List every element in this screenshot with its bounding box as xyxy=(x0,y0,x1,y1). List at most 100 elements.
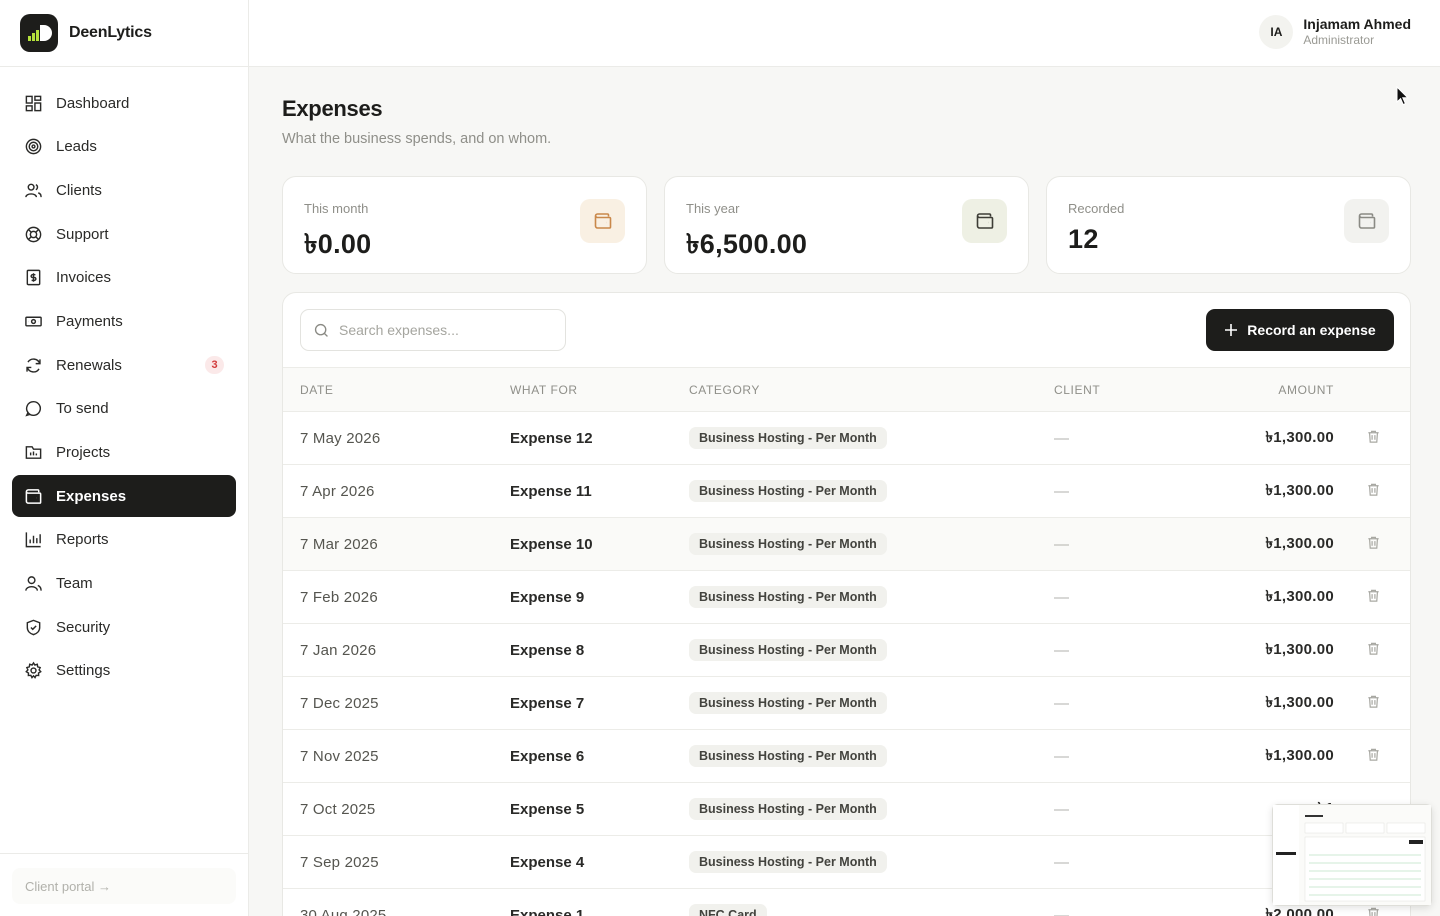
sidebar-item-support[interactable]: Support xyxy=(12,213,236,255)
column-header-amount[interactable]: AMOUNT xyxy=(1254,368,1334,412)
sidebar-item-label: Reports xyxy=(56,531,109,549)
sidebar-item-dashboard[interactable]: Dashboard xyxy=(12,82,236,124)
stat-value: ৳6,500.00 xyxy=(686,229,808,259)
cell-what-for: Expense 12 xyxy=(510,429,593,447)
cell-client: — xyxy=(1054,800,1069,818)
stat-card-recorded: Recorded 12 xyxy=(1046,176,1411,274)
cell-amount: ৳1,300.00 xyxy=(1265,693,1334,711)
category-chip: Business Hosting - Per Month xyxy=(689,480,887,502)
sidebar-item-leads[interactable]: Leads xyxy=(12,126,236,168)
trash-icon[interactable] xyxy=(1366,641,1381,656)
table-row[interactable]: 30 Aug 2025 Expense 1 NFC Card — ৳2,000.… xyxy=(283,889,1410,916)
expenses-table: DATE WHAT FOR CATEGORY CLIENT AMOUNT 7 M… xyxy=(283,367,1410,916)
category-chip: Business Hosting - Per Month xyxy=(689,427,887,449)
cell-category: Business Hosting - Per Month xyxy=(689,571,1054,624)
table-row[interactable]: 7 Nov 2025 Expense 6 Business Hosting - … xyxy=(283,730,1410,783)
sidebar-item-settings[interactable]: Settings xyxy=(12,650,236,692)
stat-card-this-year: This year ৳6,500.00 xyxy=(664,176,1029,274)
table-row[interactable]: 7 Sep 2025 Expense 4 Business Hosting - … xyxy=(283,836,1410,889)
sidebar-item-label: Projects xyxy=(56,444,111,461)
trash-icon[interactable] xyxy=(1366,482,1381,497)
table-row[interactable]: 7 Feb 2026 Expense 9 Business Hosting - … xyxy=(283,571,1410,624)
lifebuoy-icon xyxy=(25,226,42,242)
sidebar-item-renewals[interactable]: Renewals 3 xyxy=(12,344,236,386)
sidebar-item-clients[interactable]: Clients xyxy=(12,169,236,211)
brand-name: DeenLytics xyxy=(69,24,152,41)
page-title: Expenses xyxy=(282,96,383,121)
table-row[interactable]: 7 Dec 2025 Expense 7 Business Hosting - … xyxy=(283,677,1410,730)
trash-icon[interactable] xyxy=(1366,429,1381,444)
brand[interactable]: DeenLytics xyxy=(0,0,248,67)
sidebar-item-label: Dashboard xyxy=(56,94,130,112)
cell-category: NFC Card xyxy=(689,889,1054,916)
trash-icon[interactable] xyxy=(1366,906,1381,916)
wallet-icon xyxy=(580,199,625,243)
category-chip: Business Hosting - Per Month xyxy=(689,798,887,820)
cell-actions xyxy=(1334,571,1410,624)
trash-icon[interactable] xyxy=(1366,588,1381,603)
cell-category: Business Hosting - Per Month xyxy=(689,465,1054,518)
table-row[interactable]: 7 Jan 2026 Expense 8 Business Hosting - … xyxy=(283,624,1410,677)
cell-actions xyxy=(1334,465,1410,518)
cell-category: Business Hosting - Per Month xyxy=(689,730,1054,783)
sidebar-footer: Client portal → xyxy=(0,853,248,916)
sidebar-item-projects[interactable]: Projects xyxy=(12,432,236,474)
stats-row: This month ৳0.00 This year ৳6,500.00 Rec… xyxy=(282,176,1411,274)
screenshot-thumbnail[interactable] xyxy=(1272,804,1432,906)
column-header-client[interactable]: CLIENT xyxy=(1054,368,1254,412)
cell-client: — xyxy=(1054,747,1069,765)
record-expense-button[interactable]: Record an expense xyxy=(1206,309,1394,351)
avatar: IA xyxy=(1259,15,1294,49)
trash-icon[interactable] xyxy=(1366,535,1381,550)
trash-icon[interactable] xyxy=(1366,747,1381,762)
sidebar-item-label: Expenses xyxy=(56,487,127,505)
sidebar-item-reports[interactable]: Reports xyxy=(12,519,236,561)
sidebar-item-invoices[interactable]: Invoices xyxy=(12,257,236,299)
category-chip: NFC Card xyxy=(689,904,767,916)
record-expense-label: Record an expense xyxy=(1247,322,1376,338)
sidebar-item-expenses[interactable]: Expenses xyxy=(12,475,236,518)
table-row[interactable]: 7 May 2026 Expense 12 Business Hosting -… xyxy=(283,412,1410,465)
cell-what-for: Expense 8 xyxy=(510,641,585,659)
cell-amount: ৳1,300.00 xyxy=(1265,587,1334,605)
gear-icon xyxy=(25,662,42,680)
column-header-what-for[interactable]: WHAT FOR xyxy=(510,368,689,412)
folder-icon xyxy=(25,446,42,459)
table-row[interactable]: 7 Mar 2026 Expense 10 Business Hosting -… xyxy=(283,517,1410,571)
cell-what-for: Expense 6 xyxy=(510,747,585,765)
shield-icon xyxy=(26,619,41,636)
cell-date: 7 Apr 2026 xyxy=(300,482,375,500)
sidebar-item-team[interactable]: Team xyxy=(12,563,236,605)
table-row[interactable]: 7 Apr 2026 Expense 11 Business Hosting -… xyxy=(283,465,1410,518)
sidebar-nav: Dashboard Leads Clients Support Invoices… xyxy=(0,67,248,692)
wallet-icon xyxy=(962,199,1007,243)
column-header-actions xyxy=(1334,368,1410,412)
cell-what-for: Expense 9 xyxy=(510,588,585,606)
cell-actions xyxy=(1334,730,1410,783)
stat-label: This year xyxy=(686,201,740,216)
client-portal-link[interactable]: Client portal → xyxy=(12,868,236,904)
table-row[interactable]: 7 Oct 2025 Expense 5 Business Hosting - … xyxy=(283,783,1410,836)
sidebar-item-payments[interactable]: Payments xyxy=(12,300,236,342)
cell-category: Business Hosting - Per Month xyxy=(689,518,1054,571)
search-input[interactable] xyxy=(339,322,539,338)
user-menu[interactable]: IA Injamam Ahmed Administrator xyxy=(1259,15,1411,49)
cell-category: Business Hosting - Per Month xyxy=(689,624,1054,677)
bar-chart-icon xyxy=(25,532,41,548)
sidebar-item-label: Clients xyxy=(56,181,102,199)
category-chip: Business Hosting - Per Month xyxy=(689,692,887,714)
column-header-category[interactable]: CATEGORY xyxy=(689,368,1054,412)
banknote-icon xyxy=(25,316,42,327)
sidebar-item-to-send[interactable]: To send xyxy=(12,388,236,430)
page-subtitle: What the business spends, and on whom. xyxy=(282,131,552,147)
category-chip: Business Hosting - Per Month xyxy=(689,533,887,555)
column-header-date[interactable]: DATE xyxy=(283,368,510,412)
sidebar-item-label: Settings xyxy=(56,662,111,680)
sidebar-item-security[interactable]: Security xyxy=(12,606,236,648)
trash-icon[interactable] xyxy=(1366,694,1381,709)
search-box[interactable] xyxy=(300,309,566,351)
cell-amount: ৳1,300.00 xyxy=(1265,428,1334,446)
cell-date: 7 Nov 2025 xyxy=(300,747,379,765)
dashboard-icon xyxy=(25,95,42,111)
cell-what-for: Expense 7 xyxy=(510,694,585,712)
